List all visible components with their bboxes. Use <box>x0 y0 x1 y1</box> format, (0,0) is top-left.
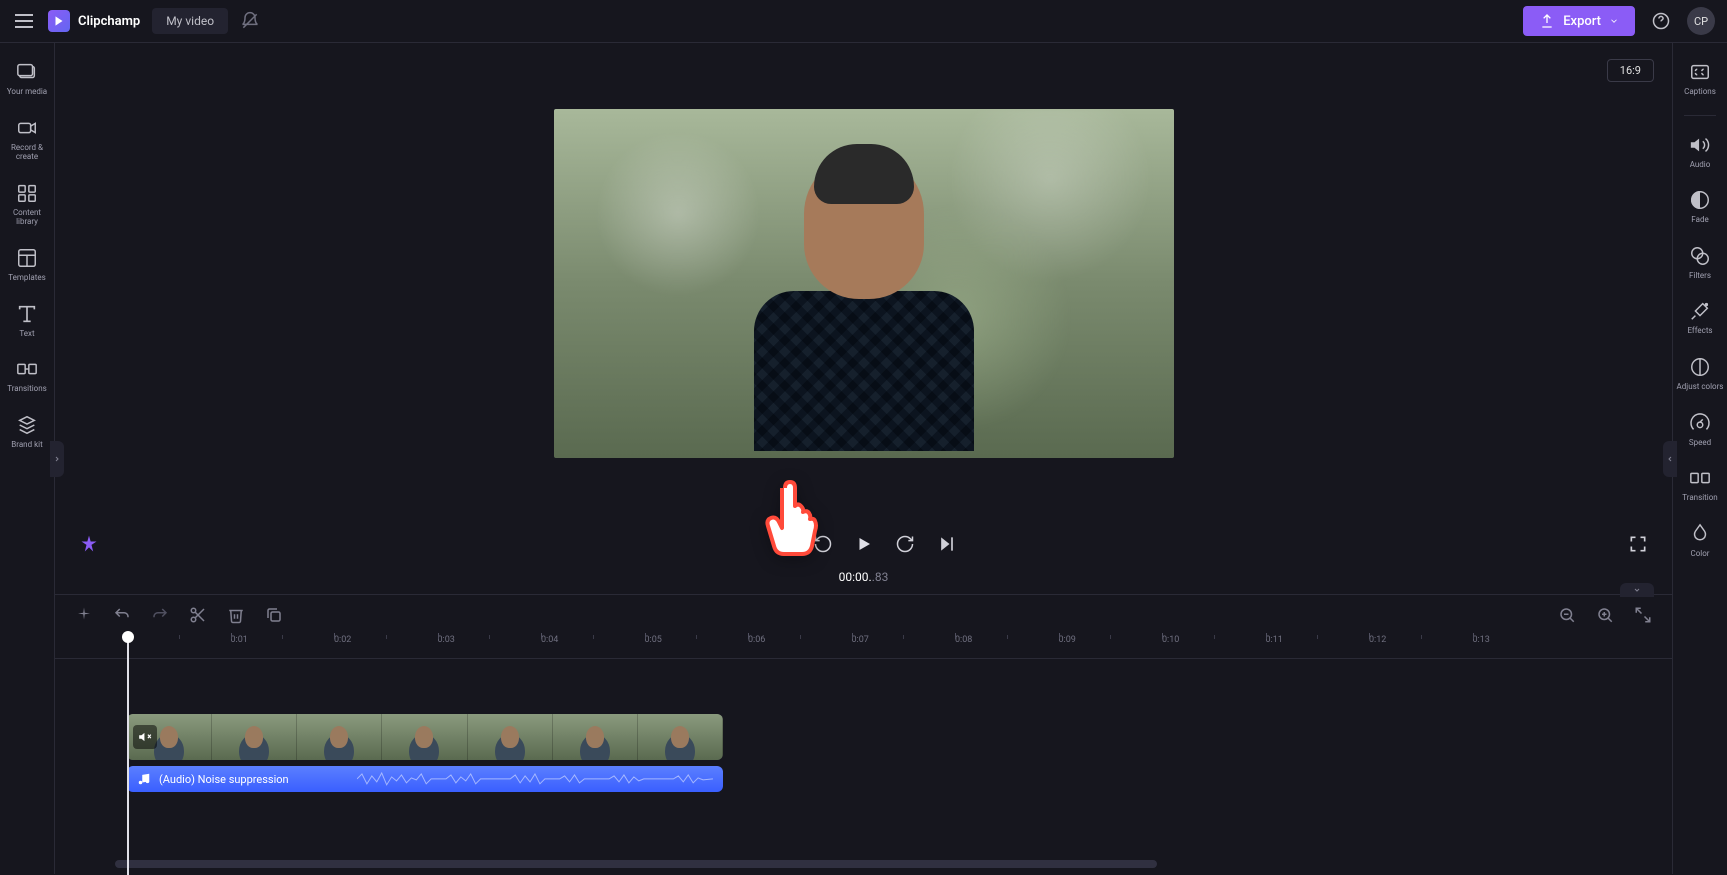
ruler-tick: 0:02 <box>334 635 351 645</box>
ruler-tick: 0:06 <box>748 635 765 645</box>
timeline-section: 00:010:020:030:040:050:060:070:080:090:1… <box>55 594 1672 874</box>
project-name-input[interactable]: My video <box>152 8 228 34</box>
user-avatar[interactable]: CP <box>1687 7 1715 35</box>
waveform-icon <box>357 770 713 788</box>
sidebar-item-brand-kit[interactable]: Brand kit <box>0 406 54 458</box>
sidebar-item-color[interactable]: Color <box>1673 515 1727 567</box>
ruler-tick: 0:05 <box>645 635 662 645</box>
ruler-tick: 0:13 <box>1473 635 1490 645</box>
logo-icon <box>48 10 70 32</box>
ruler-tick: 0:01 <box>231 635 248 645</box>
skip-end-button[interactable] <box>937 534 957 554</box>
ruler-tick: 0:09 <box>1059 635 1076 645</box>
time-display: 00:00..83 <box>55 564 1672 594</box>
right-sidebar: Captions Audio Fade Filters Effects Ad <box>1672 43 1727 874</box>
zoom-out-button[interactable] <box>1558 606 1576 624</box>
ruler-tick: 0:03 <box>438 635 455 645</box>
duplicate-button[interactable] <box>265 606 283 624</box>
aspect-ratio-button[interactable]: 16:9 <box>1607 59 1654 82</box>
preview-area: 16:9 <box>55 43 1672 524</box>
ai-sparkle-icon[interactable] <box>75 606 93 624</box>
ruler-tick: 0:12 <box>1369 635 1386 645</box>
app-name: Clipchamp <box>78 14 140 29</box>
video-clip[interactable] <box>127 714 723 760</box>
delete-button[interactable] <box>227 606 245 624</box>
sidebar-item-adjust-colors[interactable]: Adjust colors <box>1673 348 1727 400</box>
audio-clip-label: (Audio) Noise suppression <box>159 773 289 786</box>
timeline-tracks: (Audio) Noise suppression <box>55 659 1672 874</box>
ruler-tick: 0:07 <box>852 635 869 645</box>
split-button[interactable] <box>189 606 207 624</box>
sidebar-item-templates[interactable]: Templates <box>0 239 54 291</box>
skip-start-button[interactable] <box>771 534 791 554</box>
sidebar-item-your-media[interactable]: Your media <box>0 53 54 105</box>
sidebar-item-speed[interactable]: Speed <box>1673 404 1727 456</box>
undo-button[interactable] <box>113 606 131 624</box>
logo[interactable]: Clipchamp <box>48 10 140 32</box>
collapse-right-panel[interactable] <box>1663 441 1677 477</box>
timeline-scrollbar[interactable] <box>115 860 1648 868</box>
play-button[interactable] <box>855 535 873 553</box>
fullscreen-button[interactable] <box>1628 534 1648 554</box>
left-sidebar: Your media Record & create Content libra… <box>0 43 55 874</box>
export-button[interactable]: Export <box>1523 6 1635 36</box>
sidebar-item-captions[interactable]: Captions <box>1673 53 1727 105</box>
zoom-fit-button[interactable] <box>1634 606 1652 624</box>
ruler-tick: 0:04 <box>541 635 558 645</box>
rewind-button[interactable] <box>813 534 833 554</box>
sidebar-item-transitions[interactable]: Transitions <box>0 350 54 402</box>
player-controls <box>55 524 1672 564</box>
scrollbar-thumb[interactable] <box>115 860 1157 868</box>
timeline-toolbar <box>55 595 1672 635</box>
timeline-ruler[interactable]: 00:010:020:030:040:050:060:070:080:090:1… <box>55 635 1672 659</box>
audio-clip[interactable]: (Audio) Noise suppression <box>127 766 723 792</box>
sync-status-icon[interactable] <box>240 11 260 31</box>
ruler-tick: 0:10 <box>1162 635 1179 645</box>
header: Clipchamp My video Export CP <box>0 0 1727 43</box>
playhead[interactable] <box>127 635 129 875</box>
sidebar-item-fade[interactable]: Fade <box>1673 181 1727 233</box>
sidebar-item-transition[interactable]: Transition <box>1673 459 1727 511</box>
sidebar-item-effects[interactable]: Effects <box>1673 292 1727 344</box>
ruler-tick: 0:08 <box>955 635 972 645</box>
zoom-in-button[interactable] <box>1596 606 1614 624</box>
timeline-collapse-button[interactable] <box>1620 583 1654 597</box>
auto-enhance-icon[interactable] <box>79 534 99 554</box>
sidebar-item-text[interactable]: Text <box>0 295 54 347</box>
music-note-icon <box>137 772 151 786</box>
main-area: 16:9 <box>55 43 1672 874</box>
help-button[interactable] <box>1647 7 1675 35</box>
mute-icon[interactable] <box>133 725 157 749</box>
sidebar-item-content-library[interactable]: Content library <box>0 174 54 235</box>
sidebar-item-audio[interactable]: Audio <box>1673 126 1727 178</box>
menu-button[interactable] <box>12 9 36 33</box>
export-label: Export <box>1563 14 1601 29</box>
forward-button[interactable] <box>895 534 915 554</box>
redo-button[interactable] <box>151 606 169 624</box>
video-preview[interactable] <box>554 109 1174 458</box>
ruler-tick: 0:11 <box>1266 635 1283 645</box>
sidebar-item-record-create[interactable]: Record & create <box>0 109 54 170</box>
sidebar-item-filters[interactable]: Filters <box>1673 237 1727 289</box>
